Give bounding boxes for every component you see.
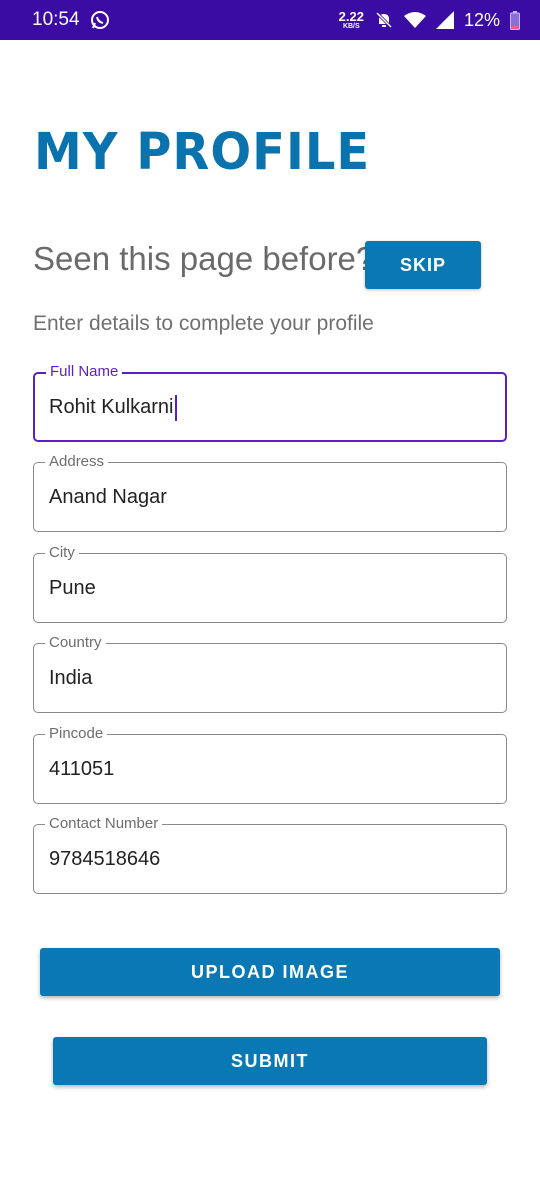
- contact-number-input[interactable]: 9784518646: [49, 845, 160, 873]
- signal-icon: [435, 11, 454, 29]
- battery-icon: [510, 10, 520, 30]
- address-input[interactable]: Anand Nagar: [49, 483, 167, 511]
- net-speed: 2.22 KB/S: [339, 10, 364, 30]
- status-right: 2.22 KB/S 12%: [339, 10, 520, 31]
- submit-button[interactable]: SUBMIT: [53, 1037, 487, 1085]
- pincode-label: Pincode: [45, 724, 108, 744]
- city-label: City: [45, 543, 79, 563]
- full-name-field[interactable]: Full Name Rohit Kulkarni: [33, 362, 507, 442]
- pincode-field[interactable]: Pincode 411051: [33, 724, 507, 804]
- contact-number-field[interactable]: Contact Number 9784518646: [33, 814, 507, 894]
- net-speed-unit: KB/S: [342, 23, 360, 30]
- mute-bell-icon: [374, 10, 394, 30]
- whatsapp-icon: [90, 10, 110, 30]
- form-subtitle: Enter details to complete your profile: [33, 312, 374, 335]
- skip-button[interactable]: SKIP: [365, 241, 481, 289]
- contact-number-label: Contact Number: [45, 814, 163, 834]
- wifi-icon: [403, 11, 426, 29]
- status-time: 10:54: [32, 9, 80, 30]
- upload-image-button[interactable]: UPLOAD IMAGE: [40, 948, 500, 996]
- battery-percent: 12%: [463, 9, 500, 30]
- address-label: Address: [45, 452, 109, 472]
- page-title: MY PROFILE: [34, 122, 371, 182]
- seen-page-prompt: Seen this page before?: [33, 240, 375, 277]
- country-field[interactable]: Country India: [33, 633, 507, 713]
- pincode-input[interactable]: 411051: [49, 755, 114, 783]
- full-name-input[interactable]: Rohit Kulkarni: [49, 393, 177, 421]
- net-speed-value: 2.22: [338, 9, 364, 24]
- country-label: Country: [45, 633, 106, 653]
- country-input[interactable]: India: [49, 664, 92, 692]
- full-name-label: Full Name: [46, 362, 123, 382]
- city-field[interactable]: City Pune: [33, 543, 507, 623]
- city-input[interactable]: Pune: [49, 574, 96, 602]
- text-caret: [174, 394, 177, 421]
- address-field[interactable]: Address Anand Nagar: [33, 452, 507, 532]
- status-bar: 10:54 2.22 KB/S 12%: [0, 0, 540, 40]
- status-left: 10:54: [32, 9, 110, 31]
- full-name-value: Rohit Kulkarni: [49, 396, 174, 418]
